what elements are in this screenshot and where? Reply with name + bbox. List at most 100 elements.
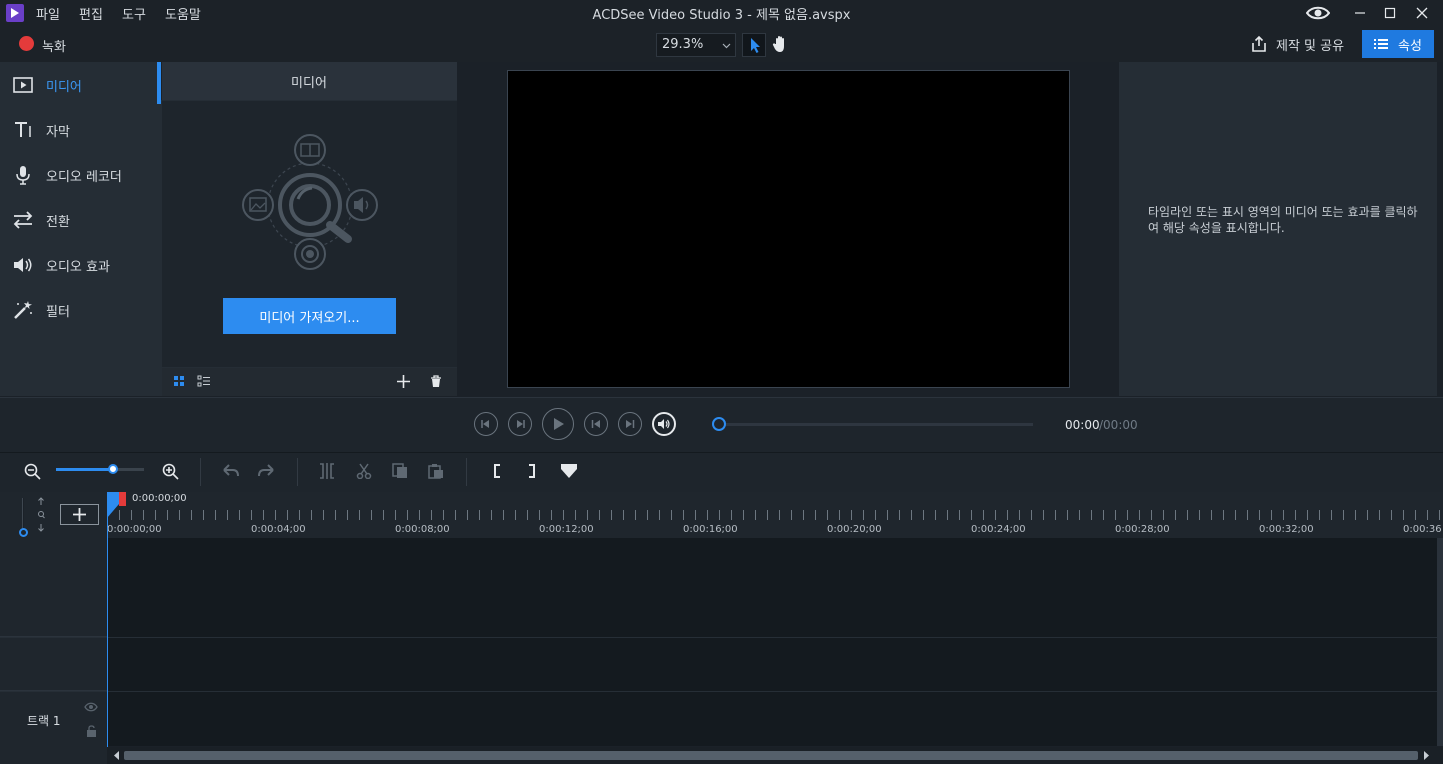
record-button-label[interactable]: 녹화: [42, 36, 66, 55]
record-icon[interactable]: [19, 36, 34, 51]
list-view-icon[interactable]: [197, 375, 211, 388]
toolbar-divider: [297, 458, 298, 486]
ruler-tick-label: 0:00:32;00: [1259, 524, 1314, 535]
total-time: /00:00: [1099, 418, 1138, 432]
timeline-ruler[interactable]: [107, 492, 1443, 538]
ruler-tick-label: 0:00:20;00: [827, 524, 882, 535]
skip-start-icon[interactable]: [584, 412, 608, 436]
split-icon[interactable]: [318, 463, 336, 479]
step-forward-icon[interactable]: [508, 412, 532, 436]
magic-wand-icon: [12, 299, 34, 321]
ruler-ticks: [107, 492, 1443, 538]
timeline-scrollbar-thumb[interactable]: [124, 751, 1418, 760]
share-label: 제작 및 공유: [1276, 38, 1345, 54]
ruler-tick-label: 0:00:24;00: [971, 524, 1026, 535]
minimize-icon[interactable]: [1345, 2, 1375, 24]
ruler-tick-label: 0:00:16;00: [683, 524, 738, 535]
playhead-time: 0:00:00;00: [132, 493, 187, 504]
current-time: 00:00: [1065, 418, 1100, 432]
chevron-down-icon: [722, 41, 731, 50]
play-icon[interactable]: [542, 408, 574, 440]
sidebar-item-audio-effects[interactable]: 오디오 효과: [0, 242, 161, 287]
grid-view-icon[interactable]: [173, 375, 186, 388]
zoom-out-icon[interactable]: [24, 463, 41, 480]
sidebar-item-label: 오디오 효과: [46, 260, 110, 275]
lock-icon[interactable]: [86, 725, 97, 737]
properties-button[interactable]: 속성: [1362, 30, 1434, 58]
cut-icon[interactable]: [356, 463, 372, 479]
timeline-vertical-scrollbar[interactable]: [1437, 538, 1443, 746]
hand-icon: [772, 36, 784, 52]
ruler-tick-label: 0:00:04;00: [251, 524, 306, 535]
track-header[interactable]: [0, 638, 107, 691]
ruler-tick-label: 0:00:28;00: [1115, 524, 1170, 535]
playhead-marker: [119, 492, 126, 506]
sidebar-item-filters[interactable]: 필터: [0, 287, 161, 332]
close-icon[interactable]: [1407, 2, 1437, 24]
sidebar-item-label: 오디오 레코더: [46, 170, 122, 185]
preview-canvas[interactable]: [507, 70, 1070, 388]
track-divider: [0, 637, 1437, 638]
add-icon[interactable]: [397, 375, 410, 388]
preview-scrubber-track[interactable]: [719, 423, 1033, 426]
skip-end-icon[interactable]: [618, 412, 642, 436]
trash-icon[interactable]: [430, 375, 442, 388]
list-icon: [1374, 39, 1388, 49]
sidebar-item-media[interactable]: 미디어: [0, 62, 161, 107]
media-placeholder-illustration: [240, 133, 380, 273]
swap-arrows-icon: [12, 209, 34, 231]
volume-icon[interactable]: [652, 412, 676, 436]
redo-icon[interactable]: [257, 464, 275, 478]
ruler-tick-label: 0:00:00;00: [107, 524, 162, 535]
window-title: ACDSee Video Studio 3 - 제목 없음.avspx: [592, 8, 851, 23]
sidebar-item-audio-recorder[interactable]: 오디오 레코더: [0, 152, 161, 197]
sidebar-item-captions[interactable]: 자막: [0, 107, 161, 152]
track-height-slider-handle[interactable]: [19, 528, 28, 537]
copy-icon[interactable]: [392, 463, 408, 479]
track-label: 트랙 1: [27, 714, 61, 728]
text-icon: [12, 119, 34, 141]
zoom-select[interactable]: 29.3%: [656, 33, 736, 57]
preview-scrubber-handle[interactable]: [712, 417, 726, 431]
mark-in-icon[interactable]: [492, 463, 502, 479]
timeline-zoom-slider-handle[interactable]: [108, 464, 118, 474]
timeline-track-area[interactable]: [107, 538, 1437, 746]
marker-icon[interactable]: [560, 463, 578, 479]
undo-icon[interactable]: [222, 464, 240, 478]
paste-icon[interactable]: [428, 463, 444, 479]
plus-icon: [73, 508, 86, 521]
sidebar-item-label: 미디어: [46, 80, 82, 95]
scroll-left-icon[interactable]: [114, 751, 120, 760]
toolbar-divider: [466, 458, 467, 486]
maximize-icon[interactable]: [1375, 2, 1405, 24]
sidebar-item-label: 전환: [46, 215, 70, 230]
play-box-icon: [12, 74, 34, 96]
sidebar-item-label: 자막: [46, 125, 70, 140]
properties-hint: 타임라인 또는 표시 영역의 미디어 또는 효과를 클릭하여 해당 속성을 표시…: [1148, 205, 1418, 235]
visibility-eye-icon[interactable]: [84, 702, 98, 712]
track-height-slider[interactable]: [22, 498, 24, 532]
zoom-in-icon[interactable]: [162, 463, 179, 480]
add-track-button[interactable]: [60, 504, 99, 525]
sidebar-item-label: 필터: [46, 305, 70, 320]
timeline-zoom-slider-fill: [56, 468, 113, 471]
ruler-tick-label: 0:00:08;00: [395, 524, 450, 535]
scroll-right-icon[interactable]: [1423, 751, 1429, 760]
ruler-tick-label: 0:00:12;00: [539, 524, 594, 535]
eye-icon[interactable]: [1303, 2, 1333, 24]
produce-share-button[interactable]: 제작 및 공유: [1246, 30, 1354, 58]
properties-label: 속성: [1398, 38, 1422, 54]
hand-tool-button[interactable]: [769, 33, 793, 57]
track-zoom-arrows-icon: [36, 497, 46, 533]
mark-out-icon[interactable]: [527, 463, 537, 479]
pointer-tool-button[interactable]: [742, 33, 766, 57]
sidebar-item-transitions[interactable]: 전환: [0, 197, 161, 242]
step-back-icon[interactable]: [474, 412, 498, 436]
toolbar-divider: [200, 458, 201, 486]
track-header[interactable]: [0, 538, 107, 637]
track-divider: [0, 691, 1437, 692]
zoom-value: 29.3%: [662, 37, 704, 52]
media-panel-title: 미디어: [291, 76, 327, 91]
cursor-arrow-icon: [751, 38, 760, 53]
import-media-button[interactable]: 미디어 가져오기...: [223, 298, 396, 334]
